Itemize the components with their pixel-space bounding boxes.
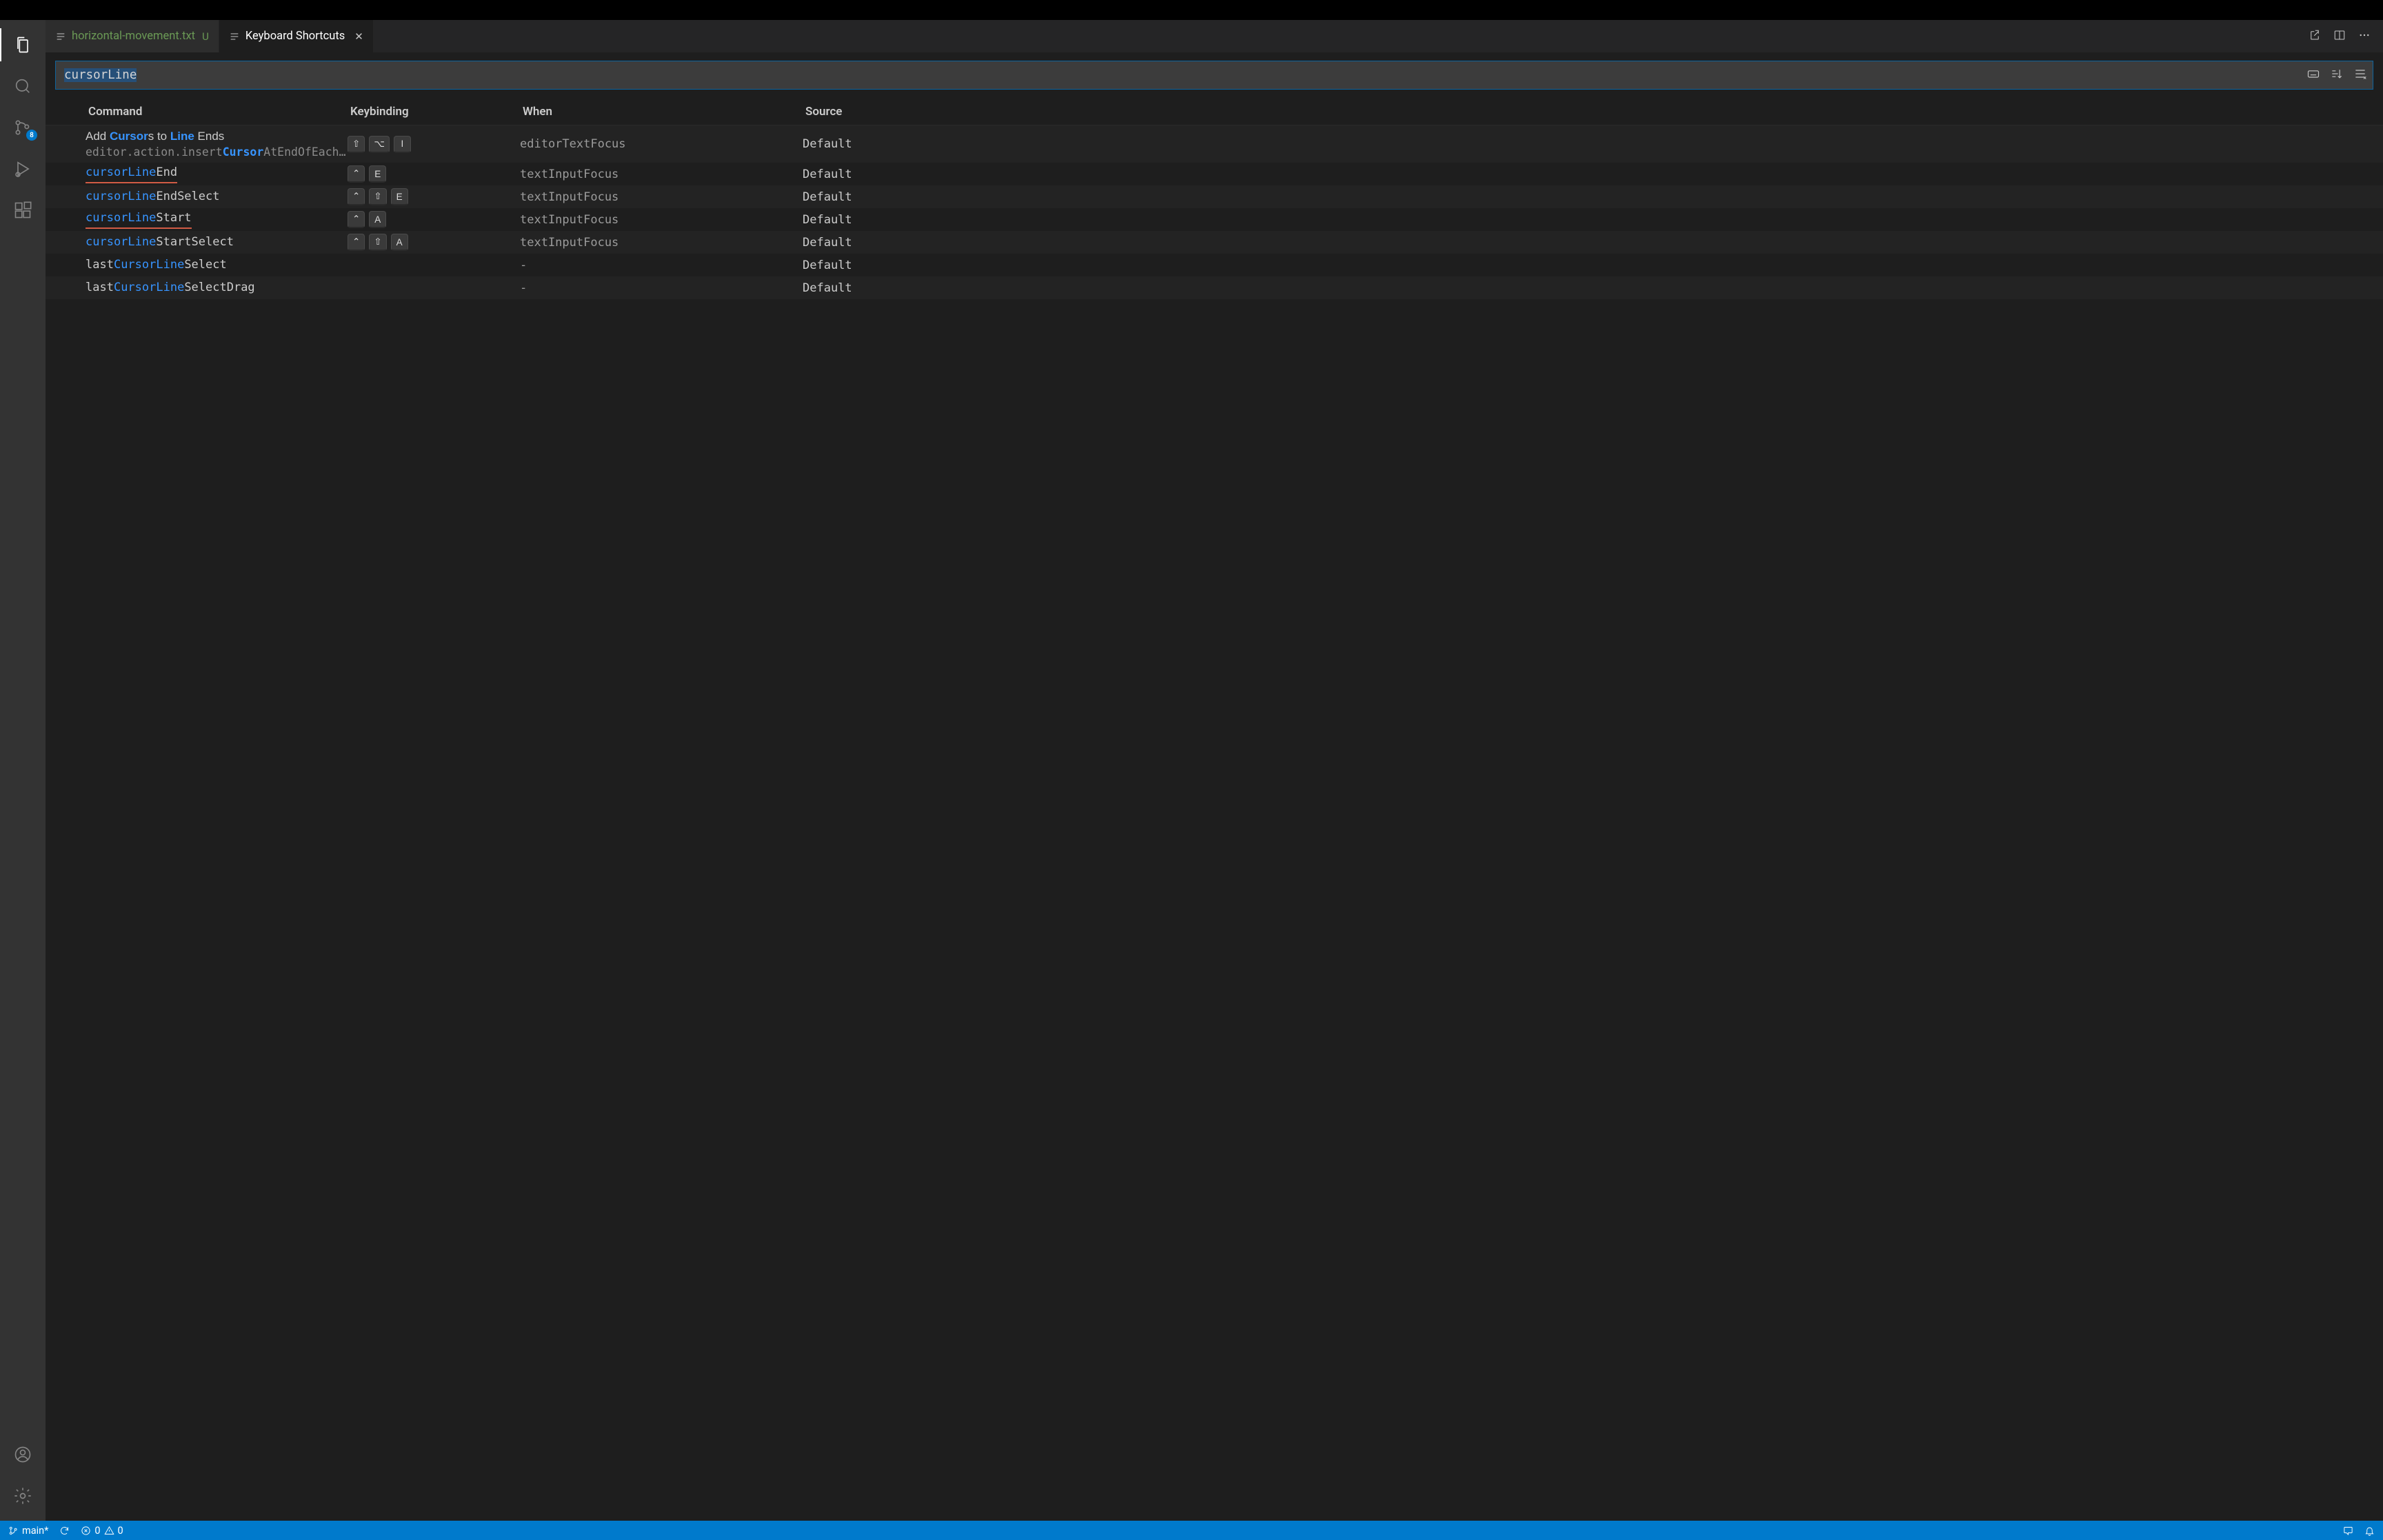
cmd-cell: lastCursorLineSelect bbox=[86, 257, 348, 274]
key-chip: ⌃ bbox=[348, 234, 365, 251]
key-chip: E bbox=[391, 188, 408, 205]
clear-filter-icon[interactable] bbox=[2353, 67, 2367, 83]
table-row[interactable]: cursorLineEndSelect⌃⇧ EtextInputFocusDefa… bbox=[46, 185, 2383, 208]
extensions-icon[interactable] bbox=[6, 194, 39, 227]
search-filter-icons bbox=[2306, 67, 2367, 83]
when-cell: editorTextFocus bbox=[520, 137, 803, 151]
tabs-row: horizontal-movement.txt U Keyboard Short… bbox=[46, 20, 2383, 52]
shortcuts-search-box[interactable]: cursorLine bbox=[55, 61, 2373, 90]
keybinding-cell: ⌃⇧ E bbox=[348, 188, 520, 205]
cmd-cell: cursorLineStartSelect bbox=[86, 234, 348, 251]
errors-count: 0 bbox=[94, 1525, 100, 1537]
cmd-cell: Add Cursors to Line Endseditor.action.in… bbox=[86, 128, 348, 159]
table-row[interactable]: lastCursorLineSelectDrag -Default bbox=[46, 276, 2383, 299]
when-cell: textInputFocus bbox=[520, 190, 803, 204]
scm-badge: 8 bbox=[26, 130, 37, 141]
col-source[interactable]: Source bbox=[803, 105, 2383, 119]
when-cell: textInputFocus bbox=[520, 213, 803, 227]
window-titlebar-gap bbox=[0, 0, 2383, 20]
key-chip: ⌃ bbox=[348, 211, 365, 228]
branch-name: main* bbox=[22, 1525, 48, 1537]
cmd-cell: lastCursorLineSelectDrag bbox=[86, 280, 348, 296]
tab-keyboard-shortcuts[interactable]: Keyboard Shortcuts ✕ bbox=[219, 20, 374, 52]
source-cell: Default bbox=[803, 137, 2383, 151]
record-keys-icon[interactable] bbox=[2306, 67, 2320, 83]
cmd-cell: cursorLineStart bbox=[86, 210, 348, 229]
key-chip: ⌥ bbox=[369, 136, 390, 153]
source-cell: Default bbox=[803, 168, 2383, 181]
table-row[interactable]: lastCursorLineSelect -Default bbox=[46, 254, 2383, 276]
keybinding-cell: ⌃A bbox=[348, 211, 520, 228]
activity-bar: 8 bbox=[0, 20, 46, 1521]
tab-label: horizontal-movement.txt bbox=[72, 30, 195, 43]
source-control-icon[interactable]: 8 bbox=[6, 111, 39, 144]
error-icon bbox=[81, 1526, 91, 1536]
source-cell: Default bbox=[803, 190, 2383, 204]
tab-label: Keyboard Shortcuts bbox=[245, 30, 345, 43]
source-cell: Default bbox=[803, 281, 2383, 295]
keybinding-cell: ⌃E bbox=[348, 165, 520, 183]
settings-gear-icon[interactable] bbox=[6, 1479, 39, 1512]
source-cell: Default bbox=[803, 236, 2383, 250]
warning-icon bbox=[104, 1526, 114, 1536]
keybinding-cell: ⇧⌥I bbox=[348, 136, 520, 153]
search-input-value[interactable]: cursorLine bbox=[64, 68, 137, 82]
when-cell: textInputFocus bbox=[520, 168, 803, 181]
sort-precedence-icon[interactable] bbox=[2330, 67, 2344, 83]
table-row[interactable]: Add Cursors to Line Endseditor.action.in… bbox=[46, 125, 2383, 163]
search-icon[interactable] bbox=[6, 70, 39, 103]
key-chip: ⌃ bbox=[348, 188, 365, 205]
when-cell: textInputFocus bbox=[520, 236, 803, 250]
key-chip: A bbox=[369, 211, 386, 228]
editor-area: horizontal-movement.txt U Keyboard Short… bbox=[46, 20, 2383, 1521]
table-row[interactable]: cursorLineStartSelect⌃⇧ AtextInputFocusDe… bbox=[46, 231, 2383, 254]
tab-horizontal-movement[interactable]: horizontal-movement.txt U bbox=[46, 20, 219, 52]
status-bell[interactable] bbox=[2364, 1526, 2375, 1536]
when-cell: - bbox=[520, 259, 803, 272]
key-chip: E bbox=[369, 165, 386, 183]
keybinding-cell: ⌃⇧ A bbox=[348, 234, 520, 251]
key-chip: ⇧ bbox=[348, 136, 365, 153]
explorer-icon[interactable] bbox=[6, 28, 39, 61]
source-cell: Default bbox=[803, 213, 2383, 227]
run-debug-icon[interactable] bbox=[6, 152, 39, 185]
key-chip: A bbox=[391, 234, 408, 251]
status-problems[interactable]: 0 0 bbox=[81, 1525, 123, 1537]
shortcuts-table: Command Keybinding When Source Add Curso… bbox=[46, 91, 2383, 1521]
key-chip: I bbox=[394, 136, 411, 153]
col-keybinding[interactable]: Keybinding bbox=[348, 105, 520, 119]
when-cell: - bbox=[520, 281, 803, 295]
key-chip: ⌃ bbox=[348, 165, 365, 183]
file-lines-icon bbox=[55, 31, 66, 42]
source-cell: Default bbox=[803, 259, 2383, 272]
open-json-icon[interactable] bbox=[2309, 29, 2321, 44]
key-chip: ⇧ bbox=[369, 188, 386, 205]
split-editor-icon[interactable] bbox=[2333, 29, 2346, 44]
table-row[interactable]: cursorLineEnd⌃EtextInputFocusDefault bbox=[46, 163, 2383, 185]
more-icon[interactable] bbox=[2358, 29, 2371, 44]
cmd-cell: cursorLineEndSelect bbox=[86, 189, 348, 205]
col-command[interactable]: Command bbox=[86, 105, 348, 119]
key-chip: ⇧ bbox=[369, 234, 386, 251]
tab-actions bbox=[2309, 20, 2383, 52]
status-sync[interactable] bbox=[59, 1526, 70, 1536]
table-header: Command Keybinding When Source bbox=[46, 98, 2383, 125]
warnings-count: 0 bbox=[118, 1525, 123, 1537]
accounts-icon[interactable] bbox=[6, 1438, 39, 1471]
close-icon[interactable]: ✕ bbox=[354, 30, 363, 43]
col-when[interactable]: When bbox=[520, 105, 803, 119]
tab-modified-marker: U bbox=[202, 30, 209, 43]
status-feedback[interactable] bbox=[2343, 1526, 2353, 1536]
cmd-cell: cursorLineEnd bbox=[86, 165, 348, 183]
status-bar: main* 0 0 bbox=[0, 1521, 2383, 1540]
table-row[interactable]: cursorLineStart⌃AtextInputFocusDefault bbox=[46, 208, 2383, 231]
file-lines-icon bbox=[229, 31, 240, 42]
status-branch[interactable]: main* bbox=[8, 1525, 48, 1537]
